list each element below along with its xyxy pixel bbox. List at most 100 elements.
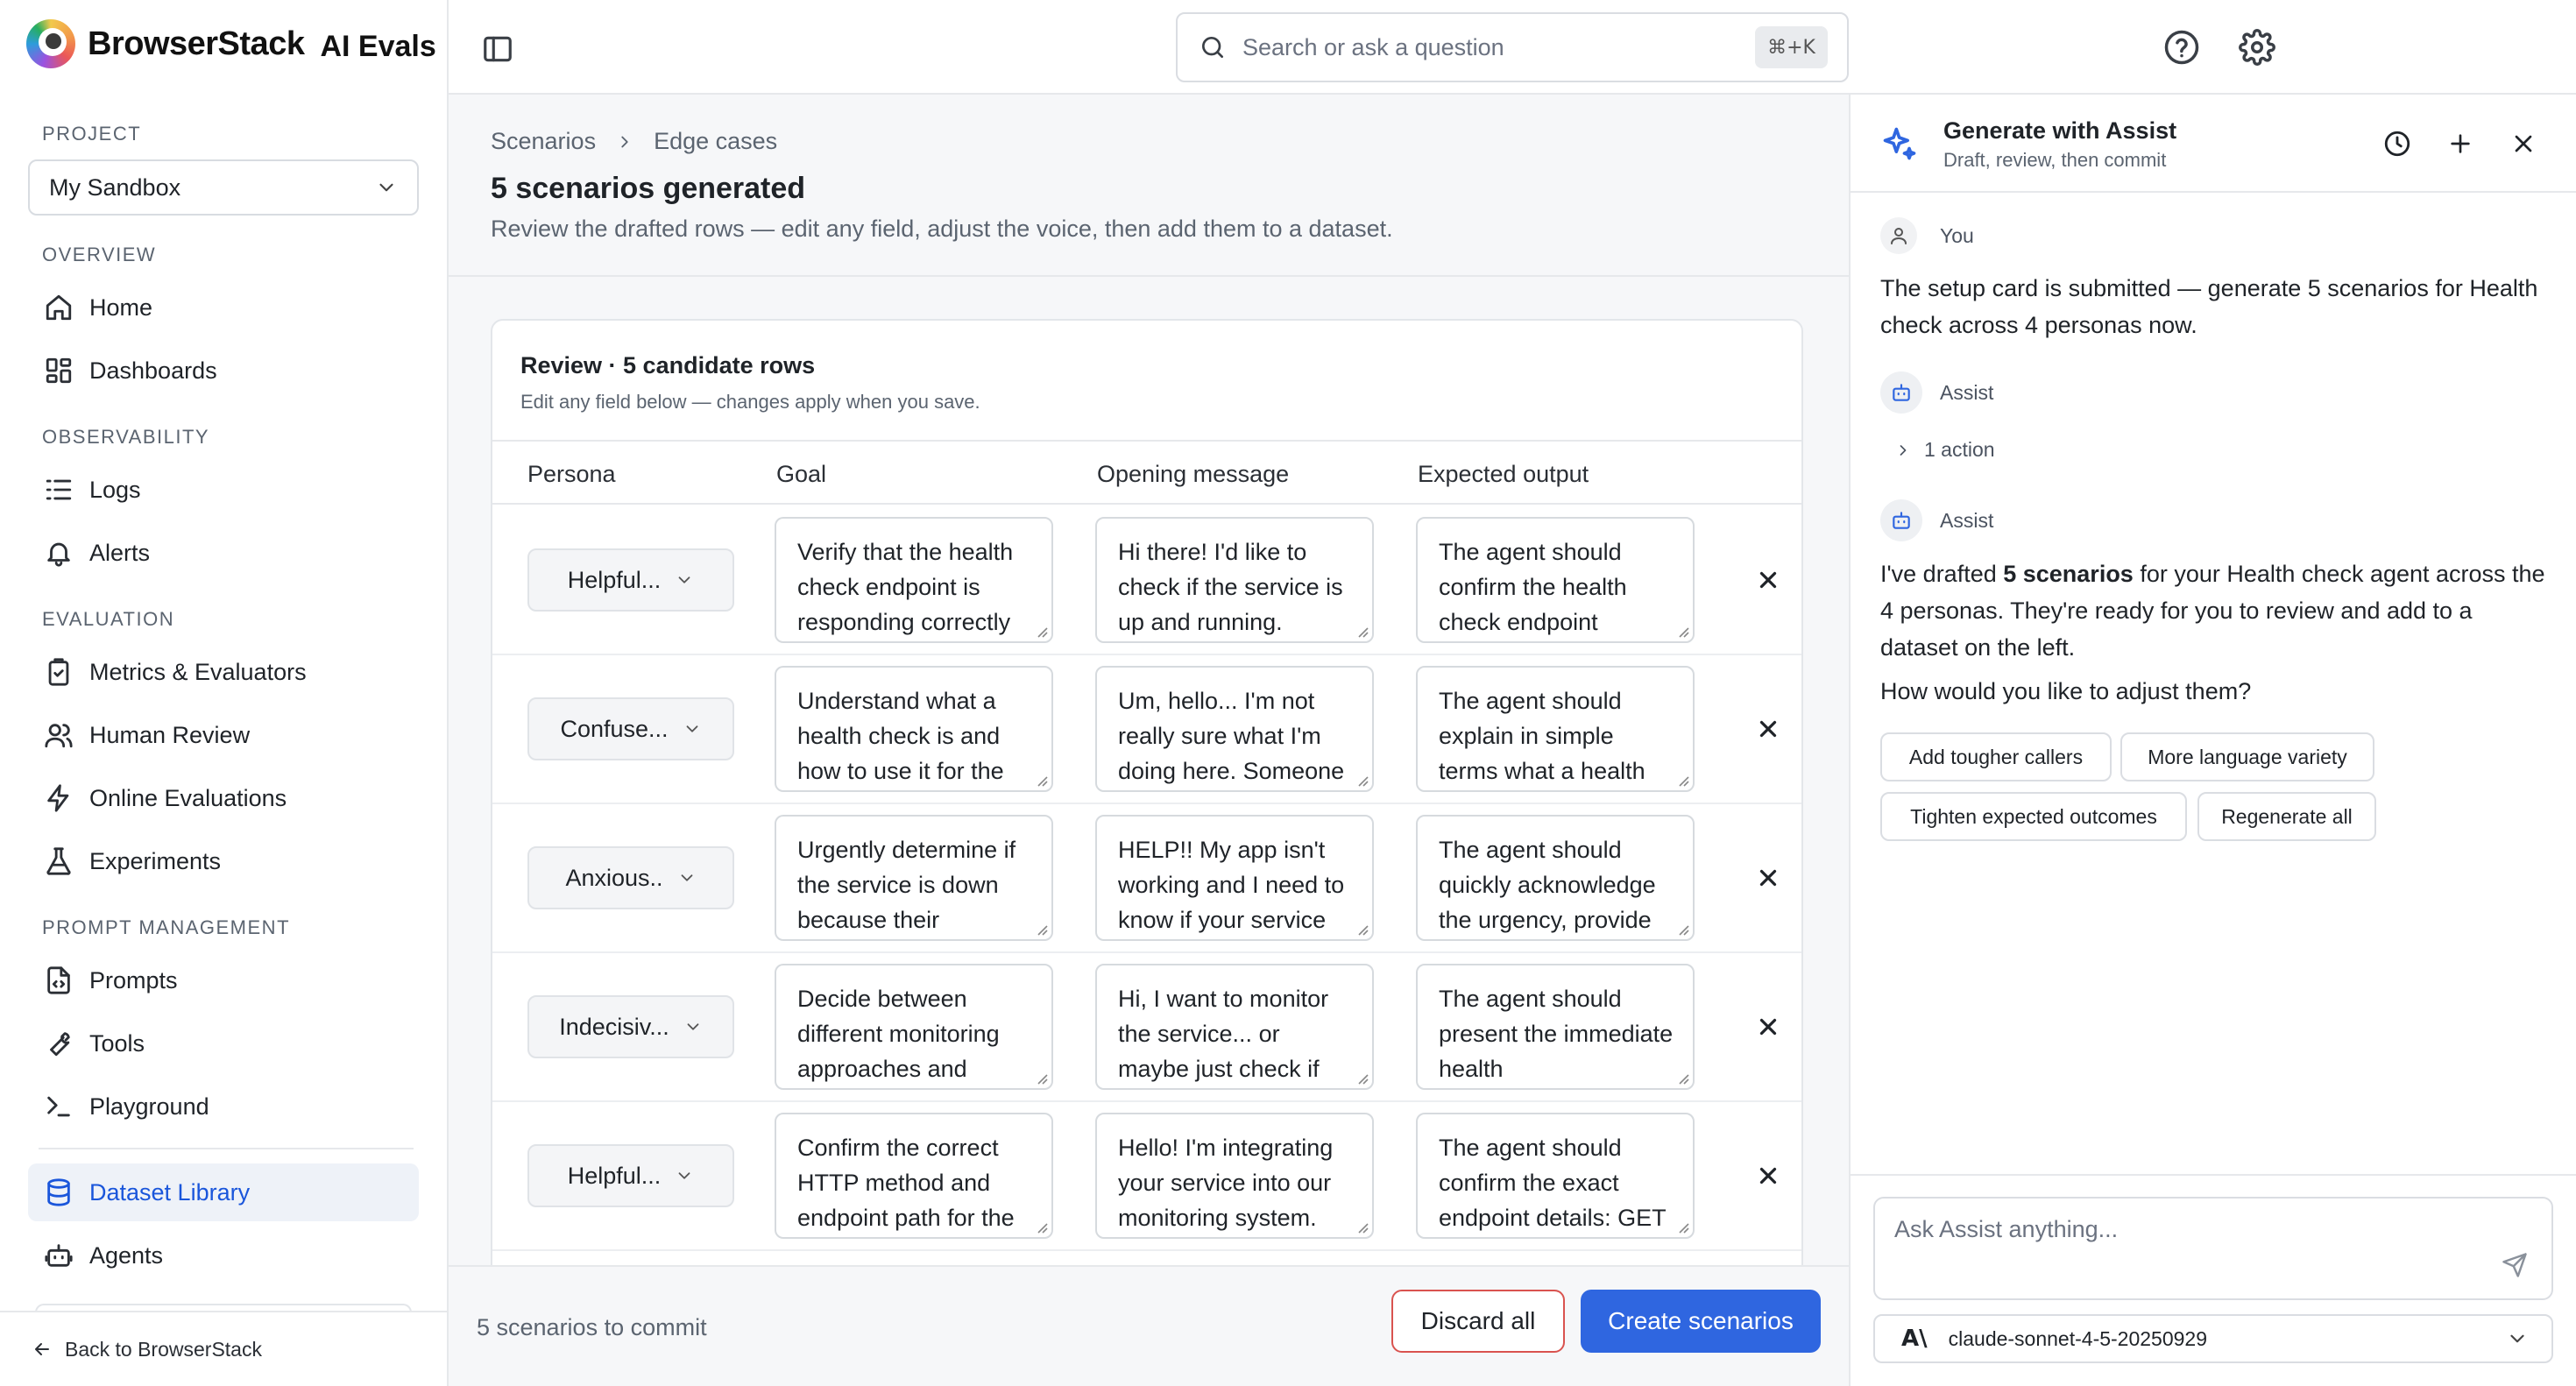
help-icon (2164, 30, 2199, 65)
expected-output-textarea[interactable]: The agent should present the immediate h… (1416, 964, 1695, 1090)
topbar: ⌘+K (449, 0, 2576, 95)
page-subtitle: Review the drafted rows — edit any field… (491, 216, 1393, 242)
resize-handle-icon[interactable] (1356, 923, 1369, 936)
opening-message-textarea[interactable]: Um, hello... I'm not really sure what I'… (1095, 666, 1374, 792)
sidebar-item-dataset-library[interactable]: Dataset Library (28, 1163, 419, 1221)
opening-message-textarea[interactable]: Hello! I'm integrating your service into… (1095, 1113, 1374, 1239)
resize-handle-icon[interactable] (1356, 1072, 1369, 1085)
sidebar-item-playground[interactable]: Playground (28, 1078, 419, 1135)
sidebar-item-alerts[interactable]: Alerts (28, 524, 419, 582)
opening-message-textarea[interactable]: Hi, I want to monitor the service... or … (1095, 964, 1374, 1090)
expected-output-textarea[interactable]: The agent should explain in simple terms… (1416, 666, 1695, 792)
persona-select[interactable]: Indecisiv... (527, 995, 734, 1058)
anthropic-logo-icon: A\ (1901, 1326, 1928, 1352)
persona-select-value: Confuse... (560, 715, 669, 742)
sidebar-item-home[interactable]: Home (28, 279, 419, 336)
resize-handle-icon[interactable] (1036, 1221, 1048, 1234)
expected-output-textarea[interactable]: The agent should quickly acknowledge the… (1416, 815, 1695, 941)
opening-message-textarea[interactable]: HELP!! My app isn't working and I need t… (1095, 815, 1374, 941)
chip-add-tougher-callers[interactable]: Add tougher callers (1880, 732, 2112, 781)
sidebar-divider (39, 1148, 414, 1149)
resize-handle-icon[interactable] (1356, 1221, 1369, 1234)
goal-textarea[interactable]: Verify that the health check endpoint is… (775, 517, 1053, 643)
resize-handle-icon[interactable] (1677, 774, 1689, 787)
help-button[interactable] (2161, 26, 2203, 68)
persona-select-value: Indecisiv... (559, 1013, 669, 1040)
persona-select[interactable]: Anxious.. (527, 846, 734, 909)
sidebar-item-label: Online Evaluations (89, 784, 287, 811)
expected-output-textarea-value: The agent should confirm the exact endpo… (1439, 1135, 1667, 1231)
breadcrumb-edge-cases[interactable]: Edge cases (654, 128, 777, 155)
sidebar-item-online-evaluations[interactable]: Online Evaluations (28, 769, 419, 827)
search-input[interactable] (1242, 33, 1733, 61)
sidebar-item-prompts[interactable]: Prompts (28, 951, 419, 1009)
sidebar-item-experiments[interactable]: Experiments (28, 832, 419, 890)
goal-textarea[interactable]: Decide between different monitoring appr… (775, 964, 1053, 1090)
goal-textarea[interactable]: Understand what a health check is and ho… (775, 666, 1053, 792)
resize-handle-icon[interactable] (1677, 626, 1689, 638)
persona-select-value: Anxious.. (565, 864, 663, 891)
new-chat-button[interactable] (2443, 126, 2478, 161)
chip-more-language-variety[interactable]: More language variety (2120, 732, 2374, 781)
resize-handle-icon[interactable] (1677, 923, 1689, 936)
resize-handle-icon[interactable] (1036, 774, 1048, 787)
assist-textbox[interactable] (1873, 1197, 2553, 1300)
breadcrumb-scenarios[interactable]: Scenarios (491, 128, 596, 155)
model-select[interactable]: A\ claude-sonnet-4-5-20250929 (1873, 1314, 2553, 1363)
table-row: Indecisiv... Decide between different mon… (492, 953, 1801, 1102)
persona-select[interactable]: Confuse... (527, 697, 734, 760)
sidebar-item-agents[interactable]: Agents (28, 1227, 419, 1284)
resize-handle-icon[interactable] (1677, 1072, 1689, 1085)
brand[interactable]: BrowserStack AI Evals (26, 19, 436, 68)
close-icon (2515, 135, 2532, 152)
resize-handle-icon[interactable] (1677, 1221, 1689, 1234)
search-box[interactable]: ⌘+K (1176, 12, 1849, 82)
sparkle-icon (1883, 127, 1916, 160)
resize-handle-icon[interactable] (1036, 626, 1048, 638)
search-shortcut-badge: ⌘+K (1755, 26, 1828, 68)
back-to-browserstack-link[interactable]: Back to BrowserStack (0, 1311, 447, 1386)
settings-button[interactable] (2236, 26, 2278, 68)
sidebar-item-logs[interactable]: Logs (28, 461, 419, 519)
action-disclosure[interactable]: 1 action (1894, 438, 1995, 462)
sidebar-item-dashboards[interactable]: Dashboards (28, 342, 419, 400)
chevron-down-icon (678, 576, 690, 583)
resize-handle-icon[interactable] (1036, 1072, 1048, 1085)
assist-input[interactable] (1894, 1216, 2490, 1243)
expected-output-textarea[interactable]: The agent should confirm the health chec… (1416, 517, 1695, 643)
users-icon (45, 724, 73, 748)
close-assist-button[interactable] (2506, 126, 2541, 161)
resize-handle-icon[interactable] (1356, 626, 1369, 638)
opening-message-textarea-value: Hello! I'm integrating your service into… (1118, 1135, 1334, 1231)
send-button[interactable] (2497, 1248, 2532, 1283)
opening-message-textarea[interactable]: Hi there! I'd like to check if the servi… (1095, 517, 1374, 643)
opening-message-textarea-value: Hi, I want to monitor the service... or … (1118, 986, 1329, 1082)
page-title: 5 scenarios generated (491, 172, 806, 205)
remove-row-button[interactable] (1752, 1160, 1784, 1192)
resize-handle-icon[interactable] (1036, 923, 1048, 936)
assist-message-author: Assist (1880, 499, 1993, 541)
table-row: Confuse... Understand what a health check… (492, 655, 1801, 804)
resize-handle-icon[interactable] (1356, 774, 1369, 787)
remove-row-button[interactable] (1752, 1011, 1784, 1043)
sidebar-item-label: Human Review (89, 721, 251, 748)
history-button[interactable] (2380, 126, 2415, 161)
expected-output-textarea[interactable]: The agent should confirm the exact endpo… (1416, 1113, 1695, 1239)
sidebar-item-tools[interactable]: Tools (28, 1015, 419, 1072)
sidebar-toggle-button[interactable] (475, 26, 520, 72)
chip-regenerate-all[interactable]: Regenerate all (2197, 792, 2376, 841)
persona-select[interactable]: Helpful... (527, 1144, 734, 1207)
remove-row-button[interactable] (1752, 564, 1784, 596)
project-select[interactable]: My Sandbox (28, 159, 419, 216)
goal-textarea[interactable]: Confirm the correct HTTP method and endp… (775, 1113, 1053, 1239)
remove-row-button[interactable] (1752, 862, 1784, 894)
create-scenarios-button[interactable]: Create scenarios (1581, 1290, 1821, 1353)
section-overview: OVERVIEW (42, 244, 157, 265)
remove-row-button[interactable] (1752, 713, 1784, 745)
goal-textarea[interactable]: Urgently determine if the service is dow… (775, 815, 1053, 941)
persona-select[interactable]: Helpful... (527, 548, 734, 612)
sidebar-item-metrics[interactable]: Metrics & Evaluators (28, 643, 419, 701)
discard-all-button[interactable]: Discard all (1391, 1290, 1565, 1353)
chip-tighten-expected-outcomes[interactable]: Tighten expected outcomes (1880, 792, 2187, 841)
sidebar-item-human-review[interactable]: Human Review (28, 706, 419, 764)
